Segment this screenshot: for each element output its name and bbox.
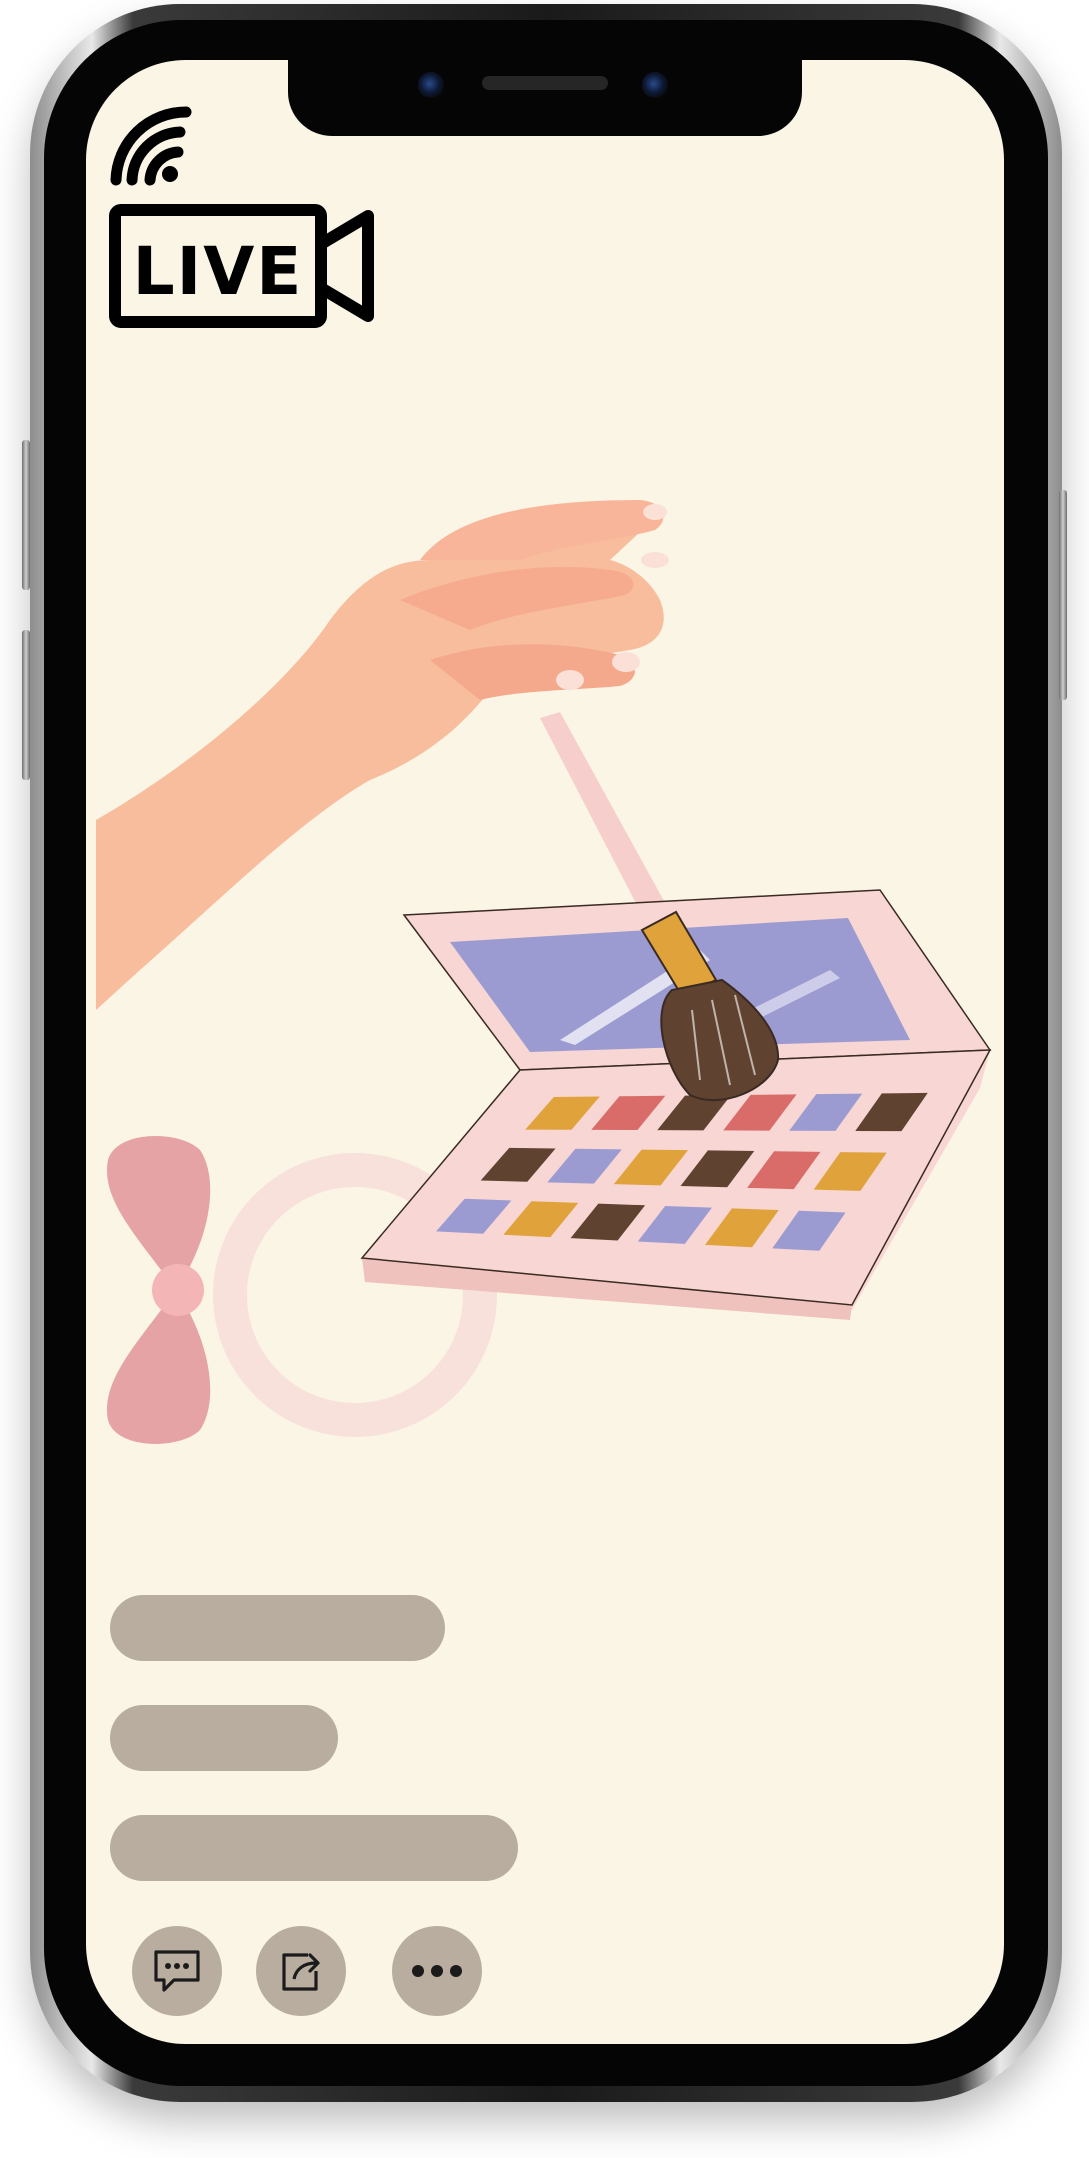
live-badge: LIVE xyxy=(108,104,378,328)
side-button-power xyxy=(1059,490,1067,700)
share-button[interactable] xyxy=(256,1926,346,2016)
speaker-grille xyxy=(482,76,608,90)
side-button-silent xyxy=(22,440,30,590)
stage: LIVE xyxy=(0,0,1089,2158)
more-icon xyxy=(412,1965,462,1977)
front-camera-icon xyxy=(418,72,444,98)
placeholder-line-1 xyxy=(110,1595,445,1661)
live-label: LIVE xyxy=(133,233,304,310)
comment-icon xyxy=(154,1950,200,1992)
side-button-volume xyxy=(22,630,30,780)
sensor-icon xyxy=(642,72,668,98)
placeholder-line-2 xyxy=(110,1705,338,1771)
placeholder-line-3 xyxy=(110,1815,518,1881)
comment-button[interactable] xyxy=(132,1926,222,2016)
live-video-icon: LIVE xyxy=(109,106,374,328)
share-icon xyxy=(282,1953,320,1991)
more-button[interactable] xyxy=(392,1926,482,2016)
